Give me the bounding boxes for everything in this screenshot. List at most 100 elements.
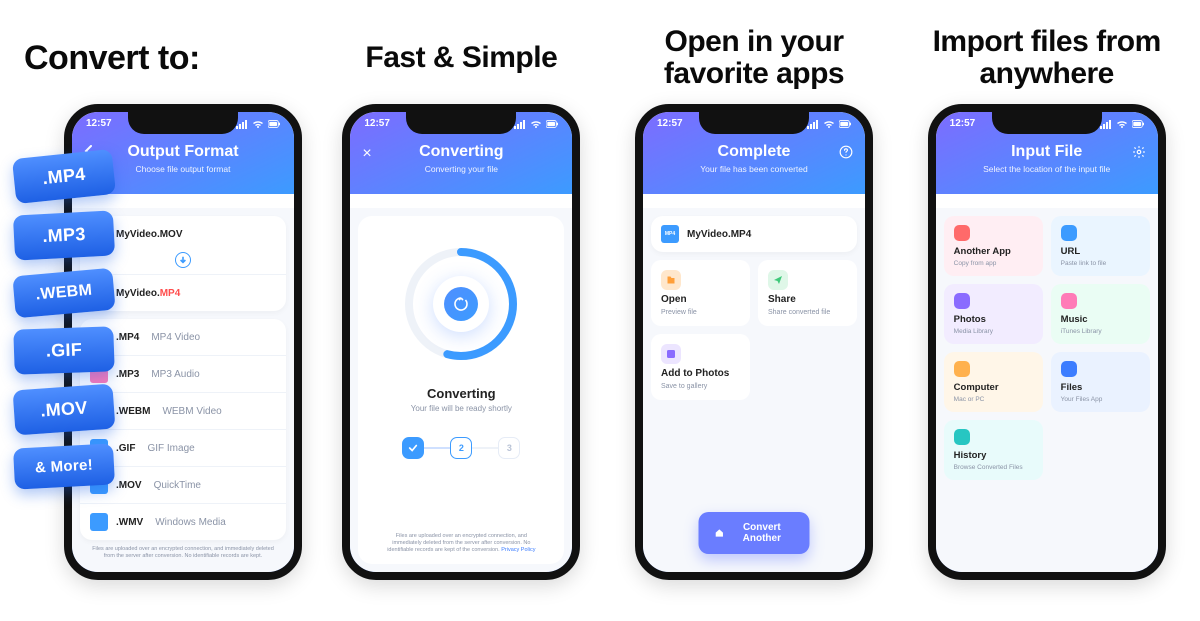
close-button[interactable]: ×: [362, 145, 371, 163]
format-option[interactable]: .WMV Windows Media: [80, 503, 286, 540]
source-subtitle: Paste link to file: [1061, 260, 1140, 267]
format-ext: .WEBM: [116, 406, 150, 417]
phone-notch: [406, 110, 516, 134]
battery-icon: [546, 119, 558, 129]
header-subtitle: Your file has been converted: [657, 164, 851, 174]
status-time: 12:57: [950, 118, 976, 129]
source-subtitle: Copy from app: [954, 260, 1033, 267]
headline: Fast & Simple: [365, 22, 557, 94]
action-grid: Open Preview file Share Share converted …: [651, 260, 857, 400]
source-icon: [954, 429, 970, 445]
convert-another-button[interactable]: Convert Another: [699, 512, 810, 554]
header-subtitle: Select the location of the input file: [950, 164, 1144, 174]
source-subtitle: Browse Converted Files: [954, 464, 1033, 471]
phone-notch: [699, 110, 809, 134]
format-desc: MP3 Audio: [151, 369, 199, 380]
gear-icon: [1132, 145, 1146, 159]
source-title: Computer: [954, 382, 1033, 393]
settings-button[interactable]: [1132, 145, 1146, 162]
input-source-card[interactable]: Files Your Files App: [1051, 352, 1150, 412]
status-icons: [514, 119, 558, 129]
source-icon: [1061, 361, 1077, 377]
progress-center: [433, 276, 489, 332]
status-icons: [236, 119, 280, 129]
input-source-card[interactable]: ComputerMac or PC: [944, 352, 1043, 412]
input-source-card[interactable]: Another App Copy from app: [944, 216, 1043, 276]
header-title: Output Format: [86, 143, 280, 161]
format-pill: .MP3: [13, 210, 115, 260]
step-3: 3: [498, 437, 520, 459]
source-title: URL: [1061, 246, 1140, 257]
battery-icon: [839, 119, 851, 129]
input-source-card[interactable]: URL Paste link to file: [1051, 216, 1150, 276]
format-desc: QuickTime: [154, 480, 201, 491]
input-source-card[interactable]: PhotosMedia Library: [944, 284, 1043, 344]
status-time: 12:57: [86, 118, 112, 129]
share-action[interactable]: Share Share converted file: [758, 260, 857, 326]
headline: Open in your favorite apps: [621, 22, 888, 94]
phone-mock: 12:57 Input File Select the location of …: [928, 104, 1166, 580]
help-icon: [839, 145, 853, 159]
source-title: Files: [1061, 382, 1140, 393]
pane-converting: Fast & Simple 12:57 × Converting Convert…: [328, 16, 595, 580]
header-title: Input File: [950, 143, 1144, 161]
step-2: 2: [450, 437, 472, 459]
format-pill: .MP4: [12, 149, 116, 204]
format-ext: .WMV: [116, 517, 143, 528]
header-title: Complete: [657, 143, 851, 161]
source-icon: [954, 293, 970, 309]
source-icon: [954, 225, 970, 241]
converting-status-title: Converting: [427, 386, 496, 401]
pane-complete: Open in your favorite apps 12:57 Complet…: [621, 16, 888, 580]
phone-mock: 12:57 Complete Your file has been conver…: [635, 104, 873, 580]
source-subtitle: Your Files App: [1061, 396, 1140, 403]
wifi-icon: [252, 119, 264, 129]
format-pill-stack: .MP4 .MP3 .WEBM .GIF .MOV & More!: [14, 154, 114, 487]
step-indicator: 2 3: [402, 437, 520, 459]
open-icon: [661, 270, 681, 290]
wifi-icon: [823, 119, 835, 129]
screen-body: Converting Your file will be ready short…: [350, 208, 572, 572]
file-type-icon: MP4: [661, 225, 679, 243]
add-to-photos-action[interactable]: Add to Photos Save to gallery: [651, 334, 750, 400]
status-icons: [1100, 119, 1144, 129]
source-subtitle: iTunes Library: [1061, 328, 1140, 335]
format-desc: Windows Media: [155, 517, 226, 528]
format-desc: WEBM Video: [162, 406, 221, 417]
source-title: History: [954, 450, 1033, 461]
source-title: Another App: [954, 246, 1033, 257]
privacy-policy-link[interactable]: Privacy Policy: [501, 547, 535, 553]
file-type-icon: [90, 513, 108, 531]
format-pill: & More!: [13, 443, 115, 489]
status-icons: [807, 119, 851, 129]
input-source-card[interactable]: History Browse Converted Files: [944, 420, 1043, 480]
progress-ring: [401, 244, 521, 364]
pane-output-format: Convert to: .MP4 .MP3 .WEBM .GIF .MOV & …: [20, 16, 302, 580]
source-title: Music: [1061, 314, 1140, 325]
source-filename: MyVideo.MOV: [116, 229, 183, 240]
header-title: Converting: [364, 143, 558, 161]
input-source-grid: Another App Copy from app URL Paste link to…: [944, 216, 1150, 480]
format-pill: .GIF: [13, 326, 115, 374]
target-filename: MyVideo.MP4: [116, 288, 180, 299]
phone-notch: [992, 110, 1102, 134]
source-title: Photos: [954, 314, 1033, 325]
format-pill: .WEBM: [12, 268, 115, 319]
help-button[interactable]: [839, 145, 853, 162]
home-icon: [715, 527, 725, 539]
disclaimer-text: Files are uploaded over an encrypted con…: [372, 527, 550, 554]
share-icon: [768, 270, 788, 290]
format-ext: .MP3: [116, 369, 139, 380]
source-icon: [1061, 293, 1077, 309]
arrow-down-icon: [175, 252, 191, 268]
phone-mock: 12:57 × Converting Converting your file: [342, 104, 580, 580]
screenshot-row: Convert to: .MP4 .MP3 .WEBM .GIF .MOV & …: [20, 16, 1180, 580]
sync-icon: [444, 287, 478, 321]
input-source-card[interactable]: Music iTunes Library: [1051, 284, 1150, 344]
wifi-icon: [530, 119, 542, 129]
check-icon: [408, 443, 418, 453]
header-subtitle: Converting your file: [364, 164, 558, 174]
open-action[interactable]: Open Preview file: [651, 260, 750, 326]
format-ext: .MP4: [116, 332, 139, 343]
battery-icon: [1132, 119, 1144, 129]
